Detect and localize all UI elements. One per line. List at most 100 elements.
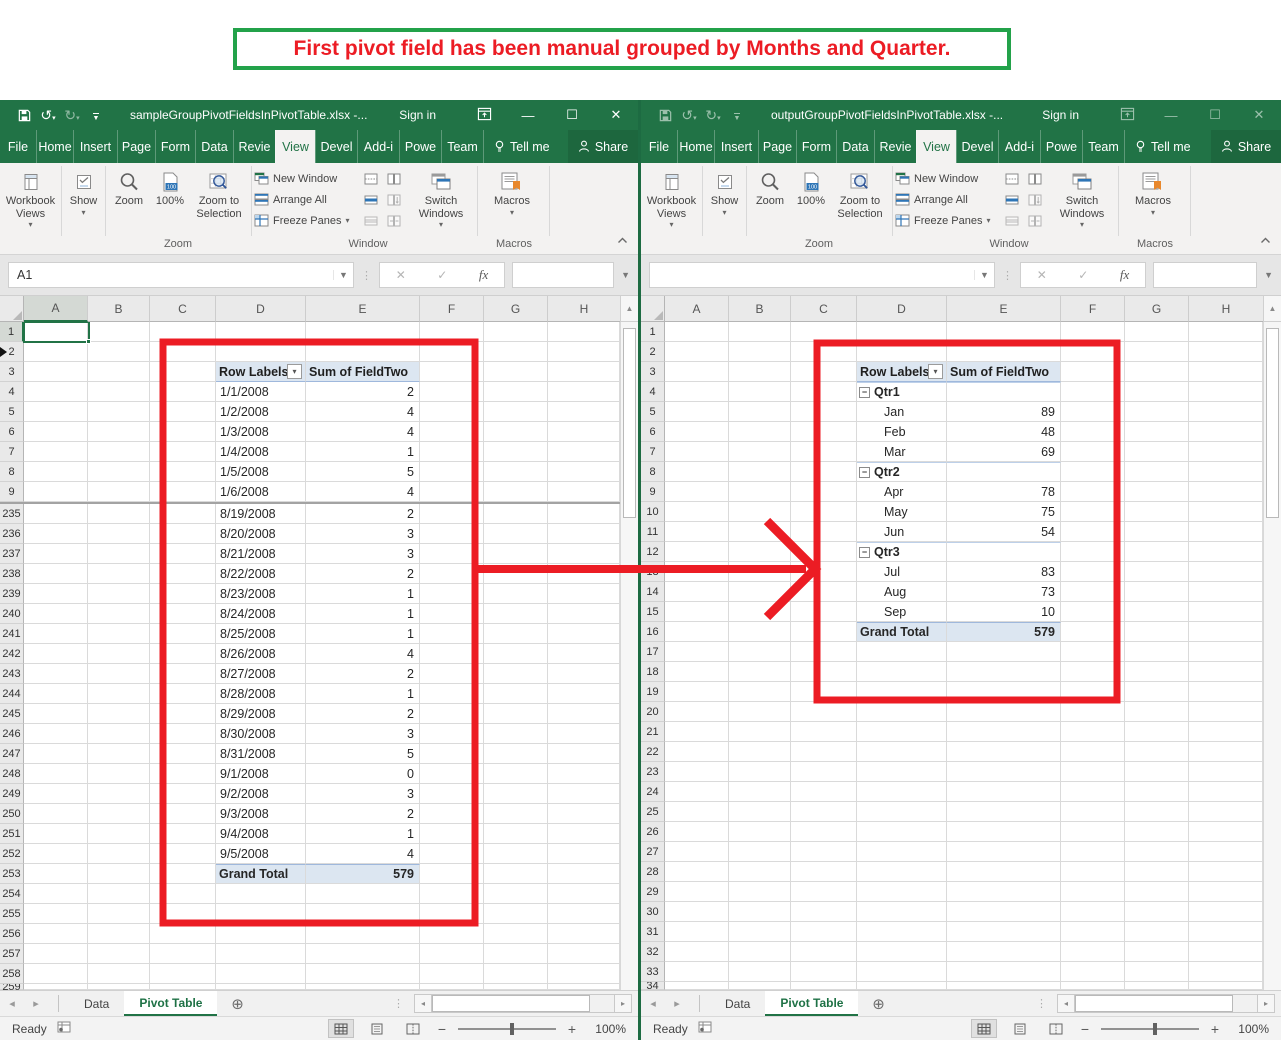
grid-cell[interactable]	[1061, 462, 1125, 482]
grid-cell[interactable]	[1189, 462, 1263, 482]
grid-cell[interactable]	[548, 402, 620, 422]
sheet-tab-pivot-table[interactable]: Pivot Table	[765, 991, 858, 1016]
grid-cell[interactable]	[665, 502, 729, 522]
grid-cell[interactable]	[306, 964, 420, 984]
grid-cell[interactable]	[665, 902, 729, 922]
pivot-date-label[interactable]: 9/5/2008	[216, 844, 306, 864]
row-header[interactable]: 239	[0, 584, 24, 604]
pivot-group-label[interactable]: −Qtr3	[857, 542, 947, 562]
grid-cell[interactable]	[24, 644, 88, 664]
grid-cell[interactable]	[548, 504, 620, 524]
grid-cell[interactable]	[1061, 582, 1125, 602]
sheet-nav-right-icon[interactable]: ▸	[665, 991, 689, 1016]
tab-formulas[interactable]: Form	[155, 130, 195, 163]
new-sheet-icon[interactable]: ⊕	[858, 991, 898, 1016]
row-header[interactable]: 11	[641, 522, 665, 542]
pivot-value[interactable]: 73	[947, 582, 1061, 602]
grid-cell[interactable]	[665, 622, 729, 642]
grid-cell[interactable]	[665, 822, 729, 842]
row-header[interactable]: 13	[641, 562, 665, 582]
pivot-value[interactable]: 4	[306, 422, 420, 442]
grid-cell[interactable]	[88, 704, 150, 724]
grid-cell[interactable]	[548, 724, 620, 744]
grid-cell[interactable]	[729, 862, 791, 882]
grid-cell[interactable]	[420, 382, 484, 402]
grid-cell[interactable]	[947, 462, 1061, 482]
grid-cell[interactable]	[484, 524, 548, 544]
grid-cell[interactable]	[548, 844, 620, 864]
grid-cell[interactable]	[484, 744, 548, 764]
freeze-panes-button[interactable]: Freeze Panes ▾	[895, 210, 999, 231]
arrange-all-button[interactable]: Arrange All	[254, 189, 358, 210]
grid-cell[interactable]	[791, 322, 857, 342]
grid-cell[interactable]	[947, 922, 1061, 942]
grid-cell[interactable]	[150, 322, 216, 342]
grid-cell[interactable]	[857, 662, 947, 682]
grid-cell[interactable]	[24, 422, 88, 442]
grid-cell[interactable]	[665, 562, 729, 582]
grid-cell[interactable]	[729, 522, 791, 542]
row-header[interactable]: 30	[641, 902, 665, 922]
grid-cell[interactable]	[1061, 422, 1125, 442]
row-header[interactable]: 14	[641, 582, 665, 602]
grid-cell[interactable]	[548, 744, 620, 764]
row-header[interactable]: 34	[641, 982, 665, 990]
tell-me-box[interactable]: Tell me	[483, 130, 560, 163]
row-header[interactable]: 248	[0, 764, 24, 784]
grid-cell[interactable]	[1189, 602, 1263, 622]
grid-cell[interactable]	[24, 584, 88, 604]
grid-cell[interactable]	[1125, 742, 1189, 762]
cancel-icon[interactable]: ✕	[396, 268, 406, 282]
pivot-value[interactable]: 1	[306, 584, 420, 604]
zoom-slider[interactable]	[1101, 1028, 1199, 1030]
grid-cell[interactable]	[88, 462, 150, 482]
grid-cell[interactable]	[484, 784, 548, 804]
grid-cell[interactable]	[791, 682, 857, 702]
grid-cell[interactable]	[484, 944, 548, 964]
grid-cell[interactable]	[484, 322, 548, 342]
pivot-value[interactable]: 4	[306, 482, 420, 502]
grid-cell[interactable]	[24, 844, 88, 864]
sheet-tab-pivot-table[interactable]: Pivot Table	[124, 991, 217, 1016]
grid-cell[interactable]	[484, 362, 548, 382]
ribbon-display-options-icon[interactable]	[462, 107, 506, 124]
grid-cell[interactable]	[729, 722, 791, 742]
normal-view-icon[interactable]	[971, 1019, 997, 1038]
pivot-value[interactable]: 1	[306, 604, 420, 624]
row-header[interactable]: 3	[0, 362, 24, 382]
grid-cell[interactable]	[150, 764, 216, 784]
grid-cell[interactable]	[729, 342, 791, 362]
grid-cell[interactable]	[548, 944, 620, 964]
grid-cell[interactable]	[729, 842, 791, 862]
grid-cell[interactable]	[1189, 802, 1263, 822]
workbook-views-button[interactable]: Workbook Views ▾	[643, 166, 700, 234]
pivot-date-label[interactable]: 8/25/2008	[216, 624, 306, 644]
grid-cell[interactable]	[729, 922, 791, 942]
grid-cell[interactable]	[150, 564, 216, 584]
grid-cell[interactable]	[1189, 482, 1263, 502]
row-header[interactable]: 250	[0, 804, 24, 824]
row-header[interactable]: 247	[0, 744, 24, 764]
grid-cell[interactable]	[791, 962, 857, 982]
grid-cell[interactable]	[548, 564, 620, 584]
grid-cell[interactable]	[1125, 702, 1189, 722]
horizontal-scrollbar[interactable]: ◂ ▸	[414, 994, 632, 1013]
grid-cell[interactable]	[484, 884, 548, 904]
pivot-month-label[interactable]: Sep	[857, 602, 947, 622]
grid-cell[interactable]	[1125, 602, 1189, 622]
row-header[interactable]: 29	[641, 882, 665, 902]
grid-cell[interactable]	[1189, 682, 1263, 702]
grid-cell[interactable]	[24, 402, 88, 422]
grid-cell[interactable]	[548, 784, 620, 804]
pivot-value[interactable]: 3	[306, 544, 420, 564]
pivot-date-label[interactable]: 9/4/2008	[216, 824, 306, 844]
grid-cell[interactable]	[88, 884, 150, 904]
grid-cell[interactable]	[729, 902, 791, 922]
grid-cell[interactable]	[1061, 662, 1125, 682]
grid-cell[interactable]	[420, 604, 484, 624]
grid-cell[interactable]	[1189, 962, 1263, 982]
tab-data[interactable]: Data	[836, 130, 874, 163]
sheet-nav-right-icon[interactable]: ▸	[24, 991, 48, 1016]
grid-cell[interactable]	[150, 844, 216, 864]
grid-cell[interactable]	[548, 764, 620, 784]
